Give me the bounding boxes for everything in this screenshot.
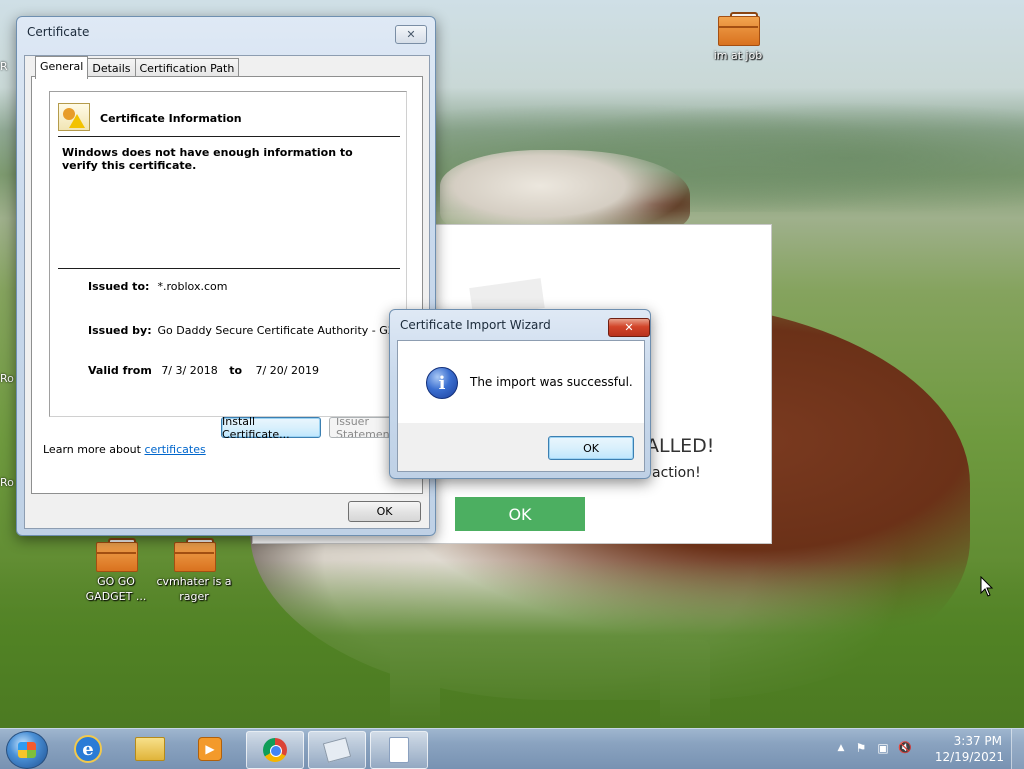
information-icon: i: [426, 367, 458, 399]
divider: [58, 136, 400, 137]
validity-row: Valid from 7/ 3/ 2018 to 7/ 20/ 2019: [88, 364, 319, 377]
taskbar-google-chrome[interactable]: [246, 731, 304, 769]
tab-details[interactable]: Details: [87, 58, 136, 78]
issued-to-value: *.roblox.com: [157, 280, 228, 293]
certificate-import-wizard-dialog: Certificate Import Wizard ✕ i The import…: [389, 309, 651, 479]
general-tab-panel: Certificate Information Windows does not…: [31, 76, 425, 494]
valid-to-value: 7/ 20/ 2019: [255, 364, 319, 377]
certificate-info-title: Certificate Information: [100, 112, 242, 125]
tab-certification-path[interactable]: Certification Path: [134, 58, 240, 78]
issued-to-row: Issued to: *.roblox.com: [88, 280, 227, 293]
clock-time[interactable]: 3:37 PM: [954, 734, 1002, 748]
briefcase-icon: [174, 536, 216, 572]
document-icon: [389, 737, 409, 763]
desktop-icon-label: cvmhater is a rager: [156, 575, 232, 603]
installed-heading: ALLED!: [646, 435, 715, 457]
desktop-icon-go-go-gadget[interactable]: GO GO GADGET ...: [78, 536, 154, 604]
learn-more-row: Learn more about certificates: [43, 443, 206, 456]
taskbar-media-player[interactable]: ▶: [182, 731, 238, 767]
volume-muted-icon[interactable]: 🔇: [898, 741, 912, 755]
issued-by-label: Issued by:: [88, 324, 152, 337]
close-icon: ✕: [406, 28, 416, 41]
tab-strip: General Details Certification Path: [35, 56, 240, 79]
issued-by-value: Go Daddy Secure Certificate Authority - …: [157, 324, 395, 337]
window-title: Certificate Import Wizard: [400, 318, 551, 332]
start-button[interactable]: [6, 731, 48, 769]
desktop-icon-label-partial[interactable]: Ro: [0, 476, 14, 489]
desktop-icon-im-at-job[interactable]: im at job: [700, 10, 776, 63]
close-icon: ✕: [624, 321, 634, 334]
desktop-icon-label-partial[interactable]: R: [0, 60, 8, 73]
import-success-message: The import was successful.: [470, 375, 633, 389]
desktop-icon-label: GO GO GADGET ...: [85, 575, 147, 603]
show-hidden-icons-chevron-icon[interactable]: ▲: [834, 741, 848, 755]
chrome-icon: [263, 738, 287, 762]
divider: [58, 268, 400, 269]
issued-to-label: Issued to:: [88, 280, 150, 293]
certificate-warning-icon: [58, 103, 90, 131]
wizard-client-area: i The import was successful. OK: [397, 340, 645, 472]
message-area: i The import was successful.: [398, 341, 644, 423]
media-player-icon: ▶: [198, 737, 222, 761]
network-icon[interactable]: ▣: [876, 741, 890, 755]
system-tray: ▲ ⚑ ▣ 🔇 3:37 PM 12/19/2021: [834, 729, 1024, 769]
certificate-icon: [322, 737, 352, 763]
certificate-warning-text: Windows does not have enough information…: [62, 146, 353, 172]
clock-date[interactable]: 12/19/2021: [935, 750, 1004, 764]
certificates-link[interactable]: certificates: [144, 443, 205, 456]
certificate-window: Certificate ✕ General Details Certificat…: [16, 16, 436, 536]
taskbar-internet-explorer[interactable]: e: [60, 731, 116, 767]
briefcase-icon: [96, 536, 138, 572]
action-text: action!: [652, 465, 701, 481]
install-certificate-button[interactable]: Install Certificate...: [221, 415, 321, 441]
issued-by-row: Issued by: Go Daddy Secure Certificate A…: [88, 324, 395, 337]
web-ok-button[interactable]: OK: [455, 497, 585, 531]
valid-from-label: Valid from: [88, 364, 152, 377]
folder-icon: [135, 737, 165, 761]
learn-more-text: Learn more about: [43, 443, 141, 456]
show-desktop-button[interactable]: [1011, 729, 1024, 769]
close-button[interactable]: ✕: [608, 318, 650, 337]
taskbar-windows-explorer[interactable]: [122, 731, 178, 767]
desktop-icon-label: im at job: [713, 49, 763, 62]
action-center-flag-icon[interactable]: ⚑: [854, 741, 868, 755]
taskbar-document[interactable]: [370, 731, 428, 769]
taskbar-certificate-window[interactable]: [308, 731, 366, 769]
valid-from-value: 7/ 3/ 2018: [161, 364, 218, 377]
close-button[interactable]: ✕: [395, 25, 427, 44]
desktop-icon-cvmhater[interactable]: cvmhater is a rager: [156, 536, 232, 604]
windows-logo-icon: [18, 742, 36, 758]
taskbar: e ▶ ▲ ⚑ ▣ 🔇 3:37 PM 12/19/2021: [0, 728, 1024, 769]
certificate-info-box: Certificate Information Windows does not…: [49, 91, 407, 417]
internet-explorer-icon: e: [74, 735, 102, 763]
ok-button[interactable]: OK: [348, 501, 421, 522]
desktop-icon-label-partial[interactable]: Ro: [0, 372, 14, 385]
mouse-cursor-icon: [980, 576, 994, 597]
window-title: Certificate: [27, 25, 90, 39]
wizard-ok-button[interactable]: OK: [548, 436, 634, 460]
briefcase-icon: [718, 10, 760, 46]
certificate-client-area: General Details Certification Path Certi…: [24, 55, 430, 529]
valid-to-label: to: [229, 364, 243, 377]
tab-general[interactable]: General: [35, 56, 89, 79]
